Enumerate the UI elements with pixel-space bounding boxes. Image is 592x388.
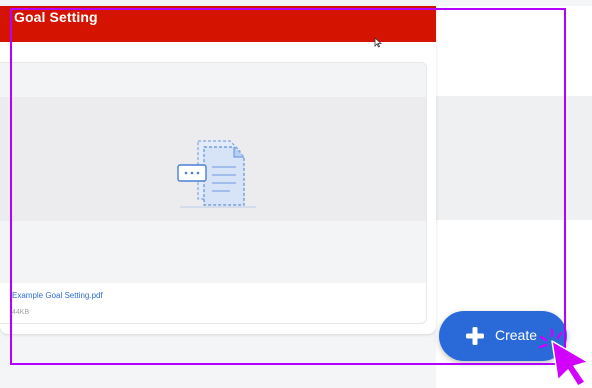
file-preview[interactable]	[0, 63, 426, 283]
right-panel-band	[436, 96, 592, 220]
plus-icon	[466, 327, 484, 345]
mouse-cursor-icon	[374, 37, 382, 48]
document-icon	[177, 140, 256, 208]
card-header: Goal Setting	[0, 6, 436, 42]
create-button[interactable]: Create	[439, 311, 567, 361]
create-button-label: Create	[495, 327, 538, 343]
goal-setting-card: Goal Setting Example Goal Setting.pdf 44…	[0, 6, 436, 334]
file-tile[interactable]: Example Goal Setting.pdf 44KB	[0, 62, 427, 324]
card-title: Goal Setting	[14, 9, 98, 25]
file-size: 44KB	[12, 309, 30, 316]
file-name-link[interactable]: Example Goal Setting.pdf	[12, 291, 103, 300]
